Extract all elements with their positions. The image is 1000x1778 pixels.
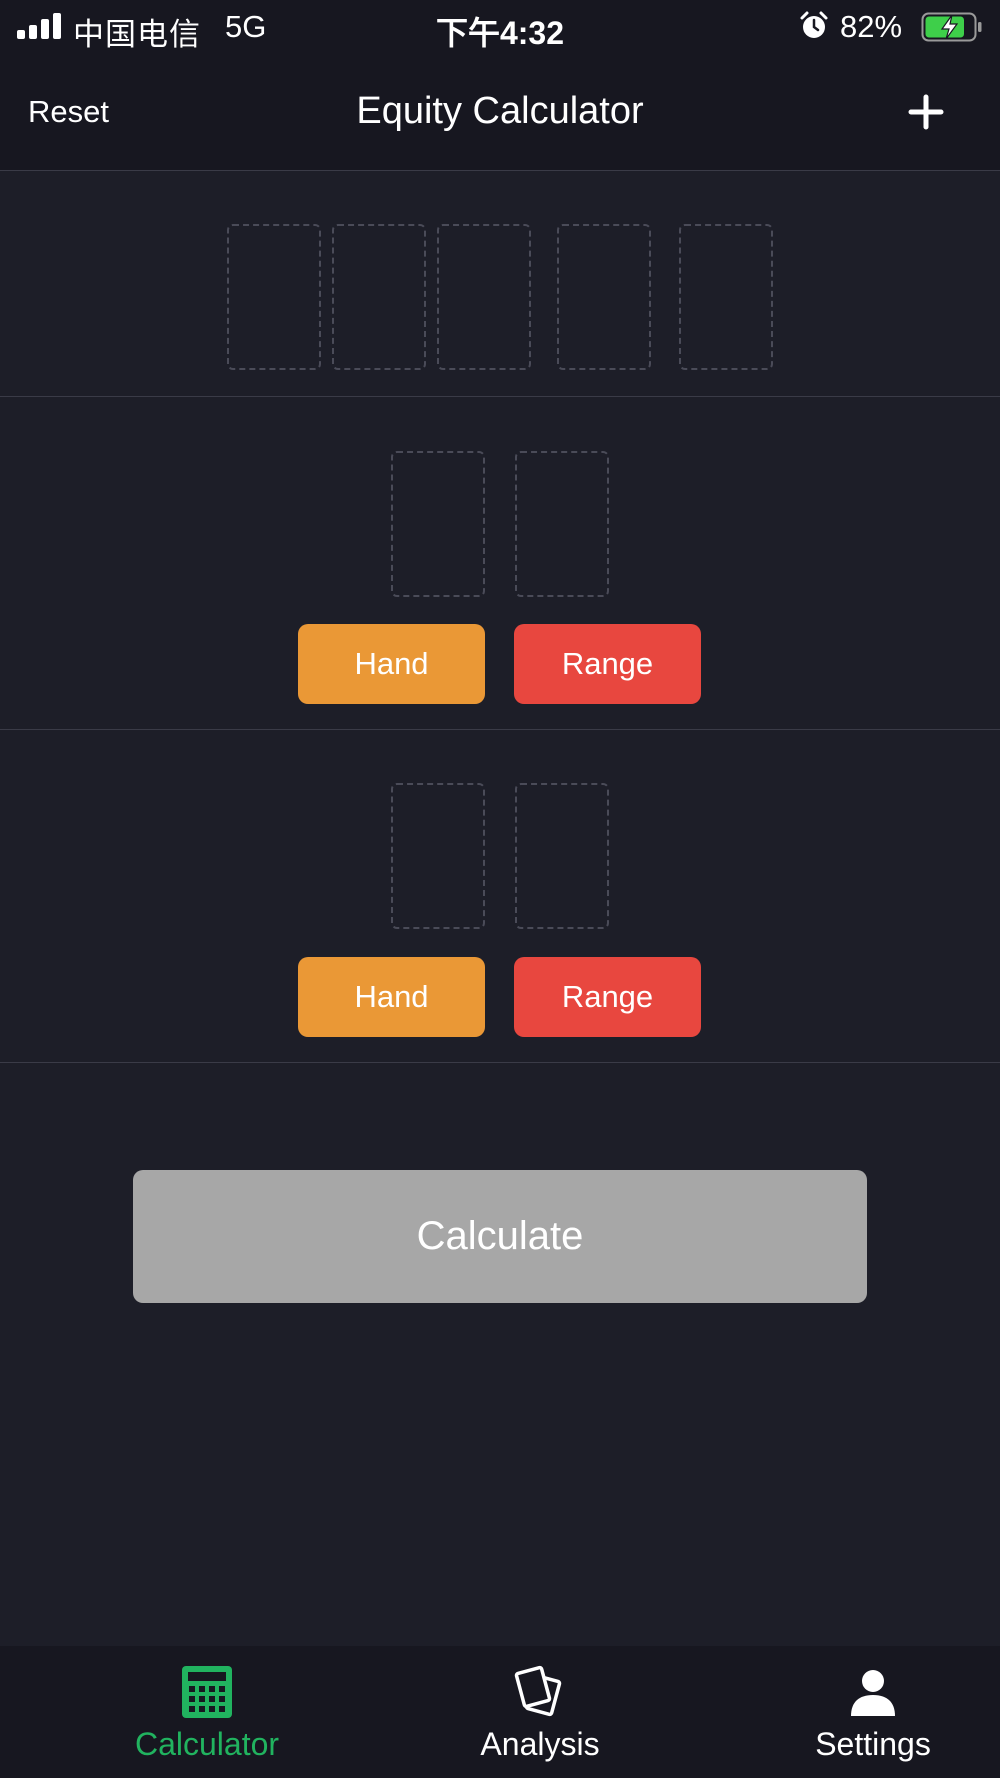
- cards-icon: [514, 1665, 562, 1717]
- navigation-bar: Reset Equity Calculator: [0, 56, 1000, 171]
- player-card-slot[interactable]: [515, 451, 609, 597]
- range-button[interactable]: Range: [514, 957, 701, 1037]
- board-section: [0, 171, 1000, 397]
- tab-calculator[interactable]: Calculator: [97, 1646, 317, 1778]
- page-title: Equity Calculator: [356, 90, 644, 132]
- plus-icon[interactable]: [906, 92, 946, 132]
- tab-label: Calculator: [134, 1726, 280, 1762]
- player-section-1: Hand Range: [0, 397, 1000, 730]
- person-icon: [851, 1670, 895, 1716]
- range-button[interactable]: Range: [514, 624, 701, 704]
- player-card-slot[interactable]: [391, 783, 485, 929]
- hand-button[interactable]: Hand: [298, 624, 485, 704]
- board-card-slot[interactable]: [557, 224, 651, 370]
- tab-analysis[interactable]: Analysis: [430, 1646, 650, 1778]
- player-section-2: Hand Range: [0, 730, 1000, 1063]
- tab-label: Analysis: [480, 1726, 600, 1762]
- status-bar: 中国电信 5G 下午4:32 82%: [0, 0, 1000, 56]
- tab-settings[interactable]: Settings: [763, 1646, 983, 1778]
- board-card-slot[interactable]: [227, 224, 321, 370]
- player-card-slot[interactable]: [391, 451, 485, 597]
- tab-bar: Calculator Analysis Settings: [0, 1646, 1000, 1778]
- battery-percent: 82%: [840, 9, 903, 44]
- board-card-slot[interactable]: [679, 224, 773, 370]
- calculate-button[interactable]: Calculate: [133, 1170, 867, 1303]
- tab-label: Settings: [815, 1726, 931, 1762]
- calculator-icon: [182, 1666, 232, 1718]
- board-card-slot[interactable]: [437, 224, 531, 370]
- player-card-slot[interactable]: [515, 783, 609, 929]
- battery-charging-icon: [921, 12, 982, 42]
- alarm-icon: [800, 11, 828, 38]
- hand-button[interactable]: Hand: [298, 957, 485, 1037]
- board-card-slot[interactable]: [332, 224, 426, 370]
